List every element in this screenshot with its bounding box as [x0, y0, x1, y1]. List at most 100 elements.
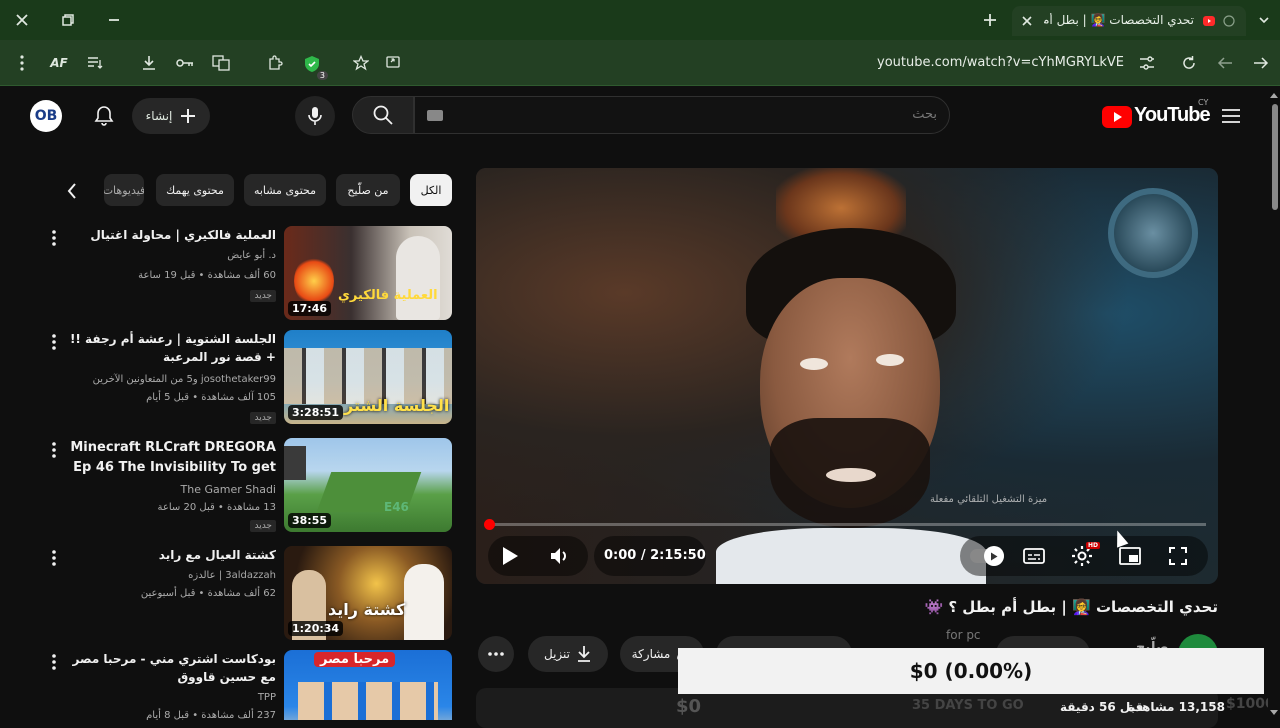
video-title-main: تحدي التخصصات 👩‍🏫 | بطل أم بطل ؟ 👾 — [924, 598, 1218, 616]
video-title[interactable]: العملية فالكيري | محاولة اغتيال هتلر؟ — [66, 226, 276, 246]
video-title[interactable]: بودكاست اشتري مني - مرحبا مصر مع حسين قا… — [66, 650, 276, 688]
video-title[interactable]: Minecraft RLCraft DREGORA Ep 46 The Invi… — [66, 438, 276, 478]
chip-all[interactable]: الكل — [410, 174, 452, 206]
play-button[interactable] — [496, 542, 524, 570]
youtube-logo[interactable]: YouTube CY — [1102, 98, 1212, 130]
list-item[interactable]: بودكاست اشتري مني - مرحبا مصر مع حسين قا… — [40, 650, 452, 720]
url-text[interactable]: youtube.com/watch?v=cYhMGRYLkVE — [877, 55, 1124, 70]
adblock-shield-icon[interactable]: 3 — [300, 52, 328, 80]
channel-name[interactable]: TPP — [46, 690, 276, 706]
restore-window-icon[interactable] — [58, 10, 78, 30]
video-title[interactable]: كشتة العيال مع رايد — [66, 546, 276, 564]
install-app-icon[interactable] — [382, 52, 404, 74]
back-arrow-icon[interactable] — [1214, 52, 1236, 74]
plus-icon — [181, 109, 196, 123]
extensions-puzzle-icon[interactable] — [264, 52, 286, 74]
tab-search-chevron-icon[interactable] — [1254, 10, 1274, 30]
overlay-left-value: $0 — [676, 696, 702, 717]
chip-videos[interactable]: فيديوهات — [104, 174, 144, 206]
create-label: إنشاء — [145, 109, 173, 123]
thumb-caption: العملية فالكيري — [338, 288, 438, 303]
reading-list-icon[interactable] — [84, 52, 106, 74]
video-subject — [716, 228, 986, 584]
thumb-fire — [294, 256, 334, 306]
settings-button[interactable]: HD — [1068, 542, 1100, 570]
thumb-caption: الجلسة الشتر — [344, 396, 450, 415]
active-tab[interactable]: تحدي التخصصات 👩‍🏫 | بطل أم بطل ؟ — [1012, 6, 1246, 36]
keyboard-icon[interactable] — [427, 110, 443, 121]
volume-button[interactable] — [546, 542, 574, 570]
video-thumbnail[interactable]: العملية فالكيري 17:46 — [284, 226, 452, 320]
voice-search-button[interactable] — [295, 96, 335, 136]
site-settings-icon[interactable] — [1136, 52, 1158, 74]
thumb-caption: كشتة رايد — [328, 600, 406, 619]
search-input[interactable]: بحث — [414, 96, 950, 134]
list-item[interactable]: العملية فالكيري | محاولة اغتيال هتلر؟ د.… — [40, 226, 452, 322]
more-options-icon[interactable] — [52, 654, 62, 672]
video-duration: 3:28:51 — [288, 405, 344, 420]
scroll-up-icon — [1270, 93, 1278, 98]
list-item[interactable]: Minecraft RLCraft DREGORA Ep 46 The Invi… — [40, 438, 452, 534]
youtube-play-logo-icon — [1102, 106, 1132, 128]
autoplay-toggle-knob — [984, 546, 1004, 566]
minimize-window-icon[interactable] — [104, 10, 124, 30]
scrollbar-thumb[interactable] — [1272, 104, 1278, 210]
new-tab-plus-icon[interactable] — [980, 10, 1000, 30]
channel-name[interactable]: The Gamer Shadi — [46, 482, 276, 498]
channel-name[interactable]: josothetaker99 و5 من المتعاونين الآخرين — [46, 372, 276, 388]
download-button[interactable]: تنزيل — [528, 636, 608, 672]
video-thumbnail[interactable]: كشتة رايد 1:20:34 — [284, 546, 452, 640]
more-options-icon[interactable] — [52, 442, 62, 460]
forward-arrow-icon[interactable] — [1250, 52, 1272, 74]
close-window-icon[interactable] — [12, 10, 32, 30]
chip-from-channel[interactable]: من صلّيح — [336, 174, 400, 206]
miniplayer-button[interactable] — [1116, 543, 1144, 569]
list-item[interactable]: الجلسة الشتوية | رعشة أم رجفة !! + قصة ن… — [40, 330, 452, 426]
password-key-icon[interactable] — [174, 52, 196, 74]
video-thumbnail[interactable]: الجلسة الشتر 3:28:51 — [284, 330, 452, 424]
more-options-icon[interactable] — [52, 230, 62, 248]
notifications-bell-icon[interactable] — [92, 104, 116, 128]
account-avatar[interactable]: OB — [30, 100, 62, 132]
download-icon[interactable] — [138, 52, 160, 74]
search-placeholder: بحث — [912, 107, 937, 122]
channel-name[interactable]: د. أبو عايض — [46, 248, 276, 264]
search-button[interactable] — [352, 96, 414, 134]
more-actions-button[interactable] — [478, 636, 514, 672]
youtube-favicon-icon — [1222, 14, 1236, 28]
bookmark-star-icon[interactable] — [350, 52, 372, 74]
extension-af-icon[interactable]: AF — [48, 52, 70, 74]
video-player[interactable]: ميزة التشغيل التلقائي مفعلة 0:00 / 2:15:… — [476, 168, 1218, 584]
tab-close-icon[interactable] — [1020, 14, 1034, 28]
progress-handle[interactable] — [484, 519, 495, 530]
chip-related[interactable]: محتوى مشابه — [244, 174, 326, 206]
fullscreen-button[interactable] — [1164, 542, 1192, 570]
more-options-icon[interactable] — [52, 334, 62, 352]
description-box[interactable]: $0 35 DAYS TO GO قبل 56 دقيقة 13,158 مشا… — [476, 688, 1275, 728]
hamburger-menu-icon[interactable] — [1220, 106, 1242, 126]
browser-menu-icon[interactable] — [14, 52, 30, 74]
play-icon — [503, 547, 518, 565]
more-options-icon[interactable] — [52, 550, 62, 568]
video-duration: 17:46 — [288, 301, 332, 316]
new-badge: جديد — [250, 412, 276, 424]
reload-icon[interactable] — [1178, 52, 1200, 74]
list-item[interactable]: كشتة العيال مع رايد 3aldazzah | عالدزه 6… — [40, 546, 452, 642]
subtitles-icon — [1023, 548, 1045, 564]
video-title[interactable]: الجلسة الشتوية | رعشة أم رجفة !! + قصة ن… — [66, 330, 276, 368]
video-meta: 62 ألف مشاهدة • قبل أسبوعين — [140, 588, 276, 599]
chips-scroll-left-icon[interactable] — [62, 180, 82, 202]
progress-bar[interactable] — [488, 523, 1206, 526]
subject-shirt — [716, 528, 986, 584]
video-thumbnail[interactable]: مرحبا مصر — [284, 650, 452, 720]
channel-name[interactable]: 3aldazzah | عالدزه — [46, 568, 276, 584]
autoplay-toggle[interactable] — [970, 546, 1004, 566]
microphone-icon — [308, 107, 322, 125]
subtitles-button[interactable] — [1020, 543, 1048, 569]
chip-for-you[interactable]: محتوى يهمك — [156, 174, 234, 206]
tab-audio-icon[interactable] — [1202, 14, 1216, 28]
translate-icon[interactable] — [210, 52, 232, 74]
create-button[interactable]: إنشاء — [132, 98, 210, 134]
thumb-caption: مرحبا مصر — [314, 652, 396, 667]
video-thumbnail[interactable]: E46 38:55 — [284, 438, 452, 532]
